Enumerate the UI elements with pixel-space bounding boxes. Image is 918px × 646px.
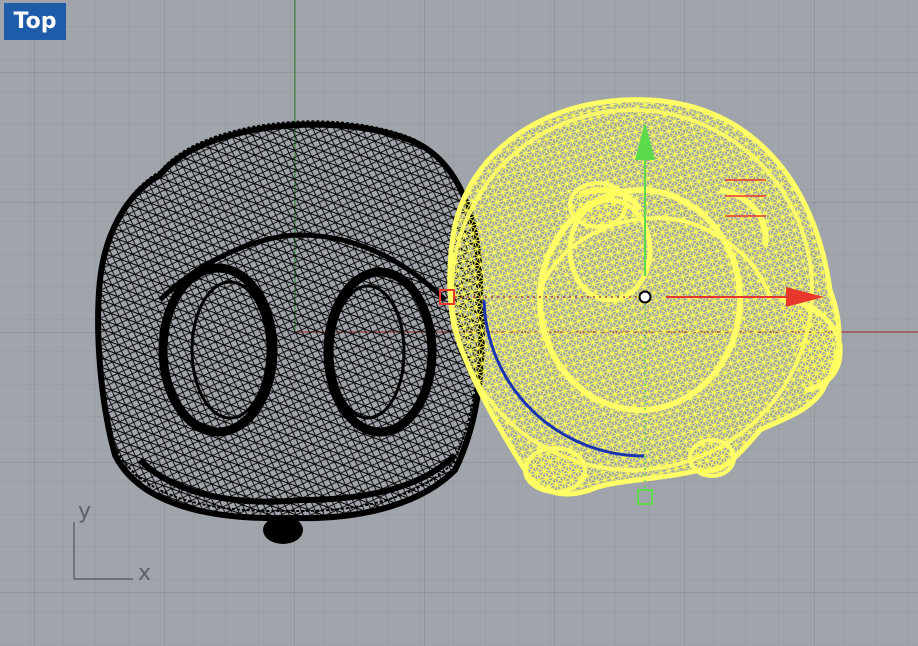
axis-x-label: x bbox=[138, 561, 151, 586]
viewport-title[interactable]: Top bbox=[4, 3, 66, 40]
viewport-canvas[interactable]: y x bbox=[0, 0, 918, 646]
axis-y-label: y bbox=[78, 499, 91, 524]
top-viewport[interactable]: y x Top bbox=[0, 0, 918, 646]
mesh-wireframe[interactable] bbox=[95, 120, 485, 544]
gumball-center[interactable] bbox=[638, 290, 652, 304]
